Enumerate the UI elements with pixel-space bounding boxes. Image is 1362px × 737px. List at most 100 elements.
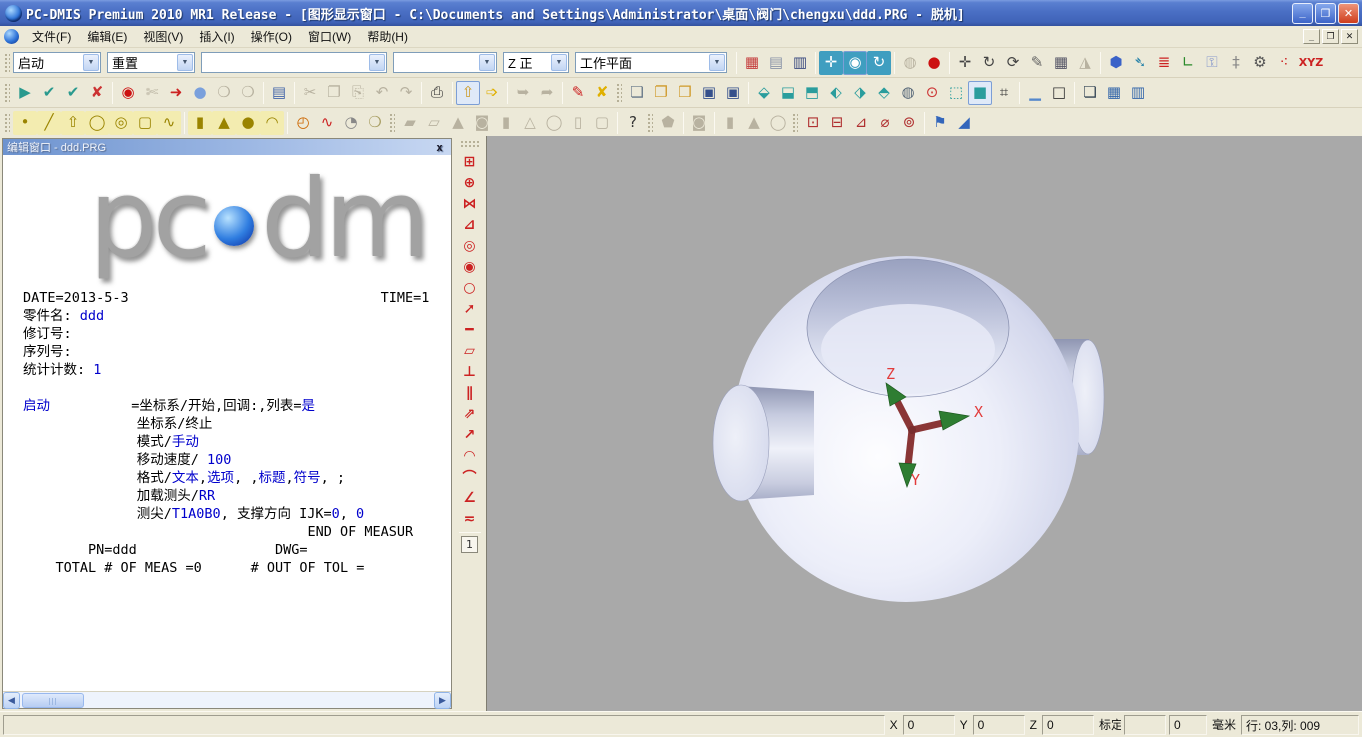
round-slot-auto-icon[interactable]: ▢ <box>590 111 614 135</box>
peak-auto-icon[interactable]: ▲ <box>446 111 470 135</box>
translate-mode-icon[interactable]: ✛ <box>953 51 977 75</box>
measured-feature-icon[interactable]: ⬟ <box>656 111 680 135</box>
keyin-1-button[interactable]: 1 <box>461 536 478 553</box>
save-icon[interactable]: ▣ <box>697 81 721 105</box>
round-slot-icon[interactable]: ◎ <box>109 111 133 135</box>
solid-cube-icon[interactable]: ■ <box>968 81 992 105</box>
toolbar-drag-handle[interactable] <box>791 112 798 134</box>
menu-file[interactable]: 文件(F) <box>24 28 79 46</box>
edit-window-close-icon[interactable]: x <box>432 141 447 154</box>
gdt-angularity-icon[interactable]: ∠ <box>459 487 481 508</box>
report-window-icon[interactable]: ▤ <box>764 51 788 75</box>
top-view-icon[interactable]: ⬘ <box>872 81 896 105</box>
help-icon[interactable]: ? <box>621 111 645 135</box>
gdt-distance-icon[interactable]: ⋈ <box>459 193 481 214</box>
probe-tip-combo[interactable]: ▼ <box>201 52 387 73</box>
probe-build-icon[interactable]: ➴ <box>1128 51 1152 75</box>
probe-readout-icon[interactable]: ⇧ <box>456 81 480 105</box>
stop-icon[interactable]: ◉ <box>116 81 140 105</box>
check-all-icon[interactable]: ✔ <box>61 81 85 105</box>
gdt-line-profile-icon[interactable]: ⌒ <box>459 466 481 487</box>
front-view-icon[interactable]: ⬓ <box>776 81 800 105</box>
gdt-flatness-icon[interactable]: ▱ <box>459 340 481 361</box>
redo-icon[interactable]: ↷ <box>394 81 418 105</box>
restore-button[interactable]: ❐ <box>1315 3 1336 24</box>
dotted-sphere-icon[interactable]: ❍ <box>363 111 387 135</box>
new-part-icon[interactable]: ❏ <box>625 81 649 105</box>
check-icon[interactable]: ✔ <box>37 81 61 105</box>
tip-angle-combo[interactable]: ▼ <box>393 52 497 73</box>
chevron-down-icon[interactable]: ▼ <box>551 54 567 71</box>
scroll-right-icon[interactable]: ▶ <box>434 692 451 709</box>
cone-feature-icon[interactable]: ▲ <box>212 111 236 135</box>
maximize-graphics-icon[interactable]: □ <box>1047 81 1071 105</box>
gdt-parallelism-icon[interactable]: ∥ <box>459 382 481 403</box>
point-feature-icon[interactable]: • <box>13 111 37 135</box>
report-template-icon[interactable]: ▥ <box>788 51 812 75</box>
high-point-icon[interactable]: ▰ <box>398 111 422 135</box>
paste-icon[interactable]: ⎘ <box>346 81 370 105</box>
tile-horizontal-icon[interactable]: ▦ <box>1102 81 1126 105</box>
execute-icon[interactable]: ▶ <box>13 81 37 105</box>
measure-grid-icon[interactable]: ▦ <box>1049 51 1073 75</box>
surface-feature-icon[interactable]: ◠ <box>260 111 284 135</box>
feature-probe-icon[interactable]: ❍ <box>236 81 260 105</box>
feature-shape-icon[interactable]: ❍ <box>212 81 236 105</box>
wireframe-view-icon[interactable]: ◍ <box>898 51 922 75</box>
mdi-close-button[interactable]: ✕ <box>1341 29 1358 44</box>
gdt-runout-icon[interactable]: ➚ <box>459 298 481 319</box>
clock-gauge-icon[interactable]: ◔ <box>339 111 363 135</box>
chevron-down-icon[interactable]: ▼ <box>709 54 725 71</box>
save-as-icon[interactable]: ▣ <box>721 81 745 105</box>
lock-probe-icon[interactable]: ⚿ <box>1200 51 1224 75</box>
chevron-down-icon[interactable]: ▼ <box>83 54 99 71</box>
spc-chart-icon[interactable]: ∿ <box>315 111 339 135</box>
comp-arrow2-icon[interactable]: ➦ <box>535 81 559 105</box>
mark-all-icon[interactable]: ✘ <box>590 81 614 105</box>
dim-angle-icon[interactable]: ⊿ <box>849 111 873 135</box>
plane-feature-icon[interactable]: ⇧ <box>61 111 85 135</box>
cone-dim-icon[interactable]: ▲ <box>742 111 766 135</box>
sphere-feature-icon[interactable]: ● <box>236 111 260 135</box>
gdt-concentric-cross-icon[interactable]: ⊕ <box>459 172 481 193</box>
gdt-angle-icon[interactable]: ⊿ <box>459 214 481 235</box>
xyz-readout-icon[interactable]: XYZ <box>1296 51 1326 75</box>
goto-icon[interactable]: ➜ <box>164 81 188 105</box>
copy-icon[interactable]: ❐ <box>322 81 346 105</box>
cylinder-dim-icon[interactable]: ▮ <box>718 111 742 135</box>
edit-window-content[interactable]: pcdm DATE=2013-5-3 TIME=1零件名: ddd修订号:序列号… <box>3 155 451 691</box>
pan-view-icon[interactable]: ✛ <box>819 51 843 75</box>
menu-insert[interactable]: 插入(I) <box>191 28 242 46</box>
square-slot-icon[interactable]: ▢ <box>133 111 157 135</box>
break-icon[interactable]: ✄ <box>140 81 164 105</box>
toolbar-drag-handle[interactable] <box>3 52 10 74</box>
workplane-axis-combo[interactable]: Z 正▼ <box>503 52 569 73</box>
summary-list-icon[interactable]: ▤ <box>267 81 291 105</box>
menu-edit[interactable]: 编辑(E) <box>79 28 135 46</box>
edit-horizontal-scrollbar[interactable]: ◀ ▶ <box>3 691 451 708</box>
datum-label-icon[interactable]: ⚑ <box>928 111 952 135</box>
rotate-2d-icon[interactable]: ◉ <box>843 51 867 75</box>
dim-runout-icon[interactable]: ⊚ <box>897 111 921 135</box>
open-part-icon[interactable]: ❐ <box>649 81 673 105</box>
toolbar-drag-handle[interactable] <box>460 140 480 148</box>
grid-icon[interactable]: ⌗ <box>992 81 1016 105</box>
line-feature-icon[interactable]: ╱ <box>37 111 61 135</box>
mark-icon[interactable]: ✎ <box>566 81 590 105</box>
cascade-windows-icon[interactable]: ❏ <box>1078 81 1102 105</box>
back-view-icon[interactable]: ⬒ <box>800 81 824 105</box>
gdt-circularity-icon[interactable]: ○ <box>459 277 481 298</box>
toolbar-drag-handle[interactable] <box>388 112 395 134</box>
graphics-display-window[interactable]: Z X Y <box>486 136 1362 711</box>
cad-solid-icon[interactable]: ⬢ <box>1104 51 1128 75</box>
mdi-minimize-button[interactable]: _ <box>1303 29 1320 44</box>
probe-pen-icon[interactable]: ✎ <box>1025 51 1049 75</box>
layers-icon[interactable]: ≣ <box>1152 51 1176 75</box>
minimize-button[interactable]: _ <box>1292 3 1313 24</box>
ellipse-mode-icon[interactable]: ● <box>188 81 212 105</box>
undo-icon[interactable]: ↶ <box>370 81 394 105</box>
rotate-3d-icon[interactable]: ↻ <box>867 51 891 75</box>
menu-operation[interactable]: 操作(O) <box>243 28 300 46</box>
dim-location-icon[interactable]: ⊡ <box>801 111 825 135</box>
gdt-surface-profile-icon[interactable]: ◠ <box>459 445 481 466</box>
